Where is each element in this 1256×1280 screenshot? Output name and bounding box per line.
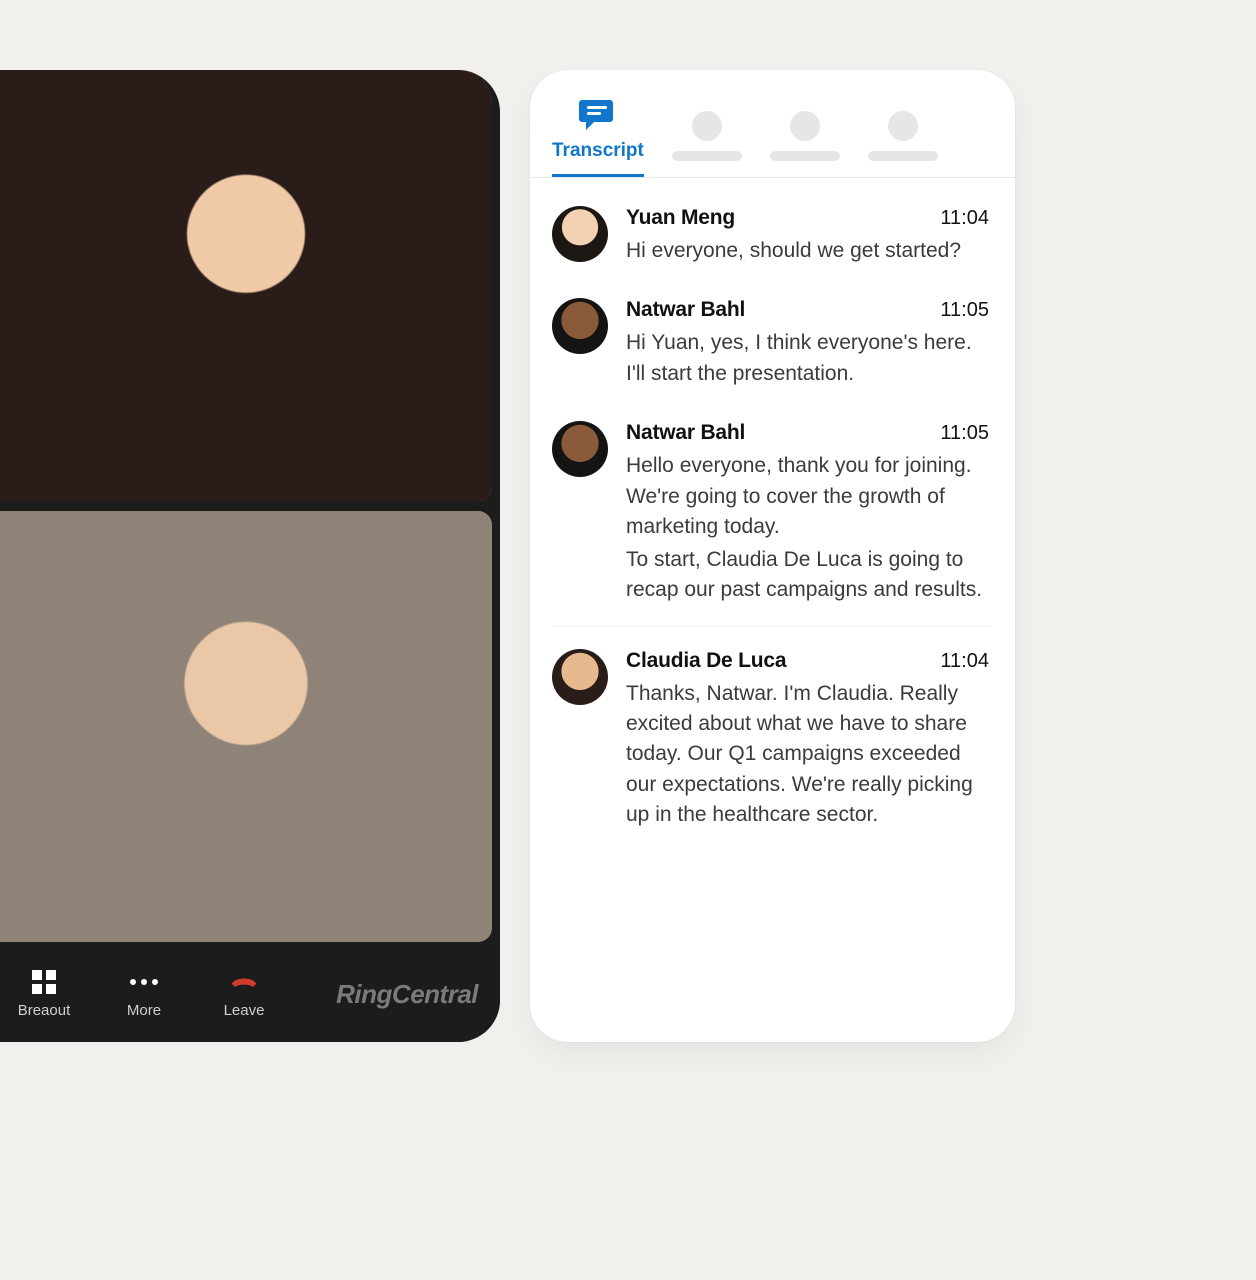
participant-tile[interactable]: [0, 511, 492, 942]
speaker-name: Yuan Meng: [626, 206, 735, 230]
transcript-pane: Transcript Yuan Meng 11:0: [530, 70, 1015, 1042]
avatar: [552, 421, 608, 477]
grid-icon: [30, 968, 58, 996]
participant-video: [0, 70, 492, 501]
leave-label: Leave: [224, 1002, 265, 1019]
transcript-entry: Yuan Meng 11:04 Hi everyone, should we g…: [552, 188, 989, 280]
message-text: Hello everyone, thank you for joining. W…: [626, 451, 989, 605]
avatar: [552, 649, 608, 705]
more-button[interactable]: More: [114, 968, 174, 1019]
tab-transcript-label: Transcript: [552, 140, 644, 162]
message-time: 11:04: [940, 650, 989, 673]
participant-video: [0, 511, 492, 942]
tab-transcript[interactable]: Transcript: [552, 98, 644, 177]
tab-placeholder[interactable]: [868, 111, 938, 177]
placeholder-label: [770, 151, 840, 161]
placeholder-icon: [790, 111, 820, 141]
speaker-name: Natwar Bahl: [626, 298, 745, 322]
tab-placeholder[interactable]: [672, 111, 742, 177]
message-paragraph: Hello everyone, thank you for joining. W…: [626, 451, 989, 542]
brand-logo: RingCentral: [336, 979, 478, 1010]
transcript-icon: [578, 98, 618, 132]
message-text: Hi everyone, should we get started?: [626, 236, 989, 266]
video-grid: [0, 70, 500, 950]
placeholder-label: [868, 151, 938, 161]
placeholder-icon: [692, 111, 722, 141]
more-label: More: [127, 1002, 161, 1019]
message-paragraph: To start, Claudia De Luca is going to re…: [626, 545, 989, 606]
avatar: [552, 298, 608, 354]
transcript-entry: Natwar Bahl 11:05 Hello everyone, thank …: [552, 403, 989, 619]
transcript-entry: Claudia De Luca 11:04 Thanks, Natwar. I'…: [552, 626, 989, 845]
call-controls-bar: Breaout More Leave RingCentral: [0, 950, 500, 1042]
speaker-name: Claudia De Luca: [626, 649, 786, 673]
hangup-icon: [230, 968, 258, 996]
message-time: 11:05: [940, 422, 989, 445]
message-time: 11:05: [940, 299, 989, 322]
avatar: [552, 206, 608, 262]
transcript-messages: Yuan Meng 11:04 Hi everyone, should we g…: [530, 178, 1015, 1042]
breakout-button[interactable]: Breaout: [14, 968, 74, 1019]
participant-tile[interactable]: [0, 70, 492, 501]
tab-placeholder[interactable]: [770, 111, 840, 177]
message-text: Hi Yuan, yes, I think everyone's here. I…: [626, 328, 989, 389]
message-text: Thanks, Natwar. I'm Claudia. Really exci…: [626, 679, 989, 831]
transcript-tabs: Transcript: [530, 70, 1015, 178]
placeholder-icon: [888, 111, 918, 141]
video-call-pane: Breaout More Leave RingCentral: [0, 70, 500, 1042]
message-time: 11:04: [940, 207, 989, 230]
leave-button[interactable]: Leave: [214, 968, 274, 1019]
speaker-name: Natwar Bahl: [626, 421, 745, 445]
transcript-entry: Natwar Bahl 11:05 Hi Yuan, yes, I think …: [552, 280, 989, 403]
more-icon: [130, 968, 158, 996]
placeholder-label: [672, 151, 742, 161]
breakout-label: Breaout: [18, 1002, 71, 1019]
